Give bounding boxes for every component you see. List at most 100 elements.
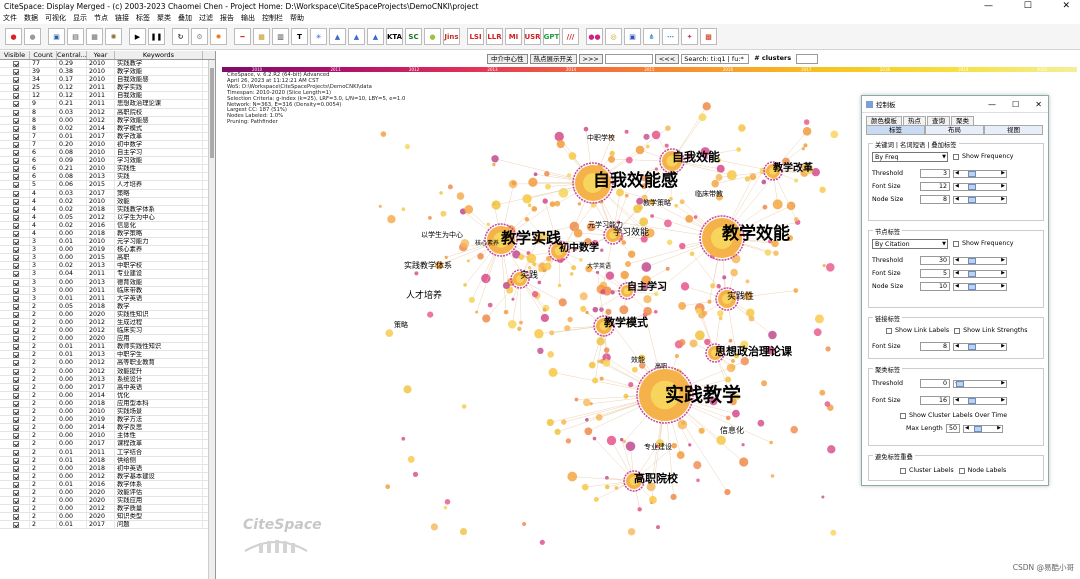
network-node[interactable]: [620, 270, 629, 280]
network-node[interactable]: [608, 155, 616, 163]
network-node[interactable]: [593, 497, 599, 502]
visible-checkbox[interactable]: [13, 117, 19, 124]
network-node[interactable]: [502, 281, 510, 289]
node-label[interactable]: 策略: [394, 321, 408, 329]
network-node[interactable]: [511, 181, 516, 186]
visible-checkbox[interactable]: [13, 328, 19, 335]
llr-button[interactable]: LLR: [486, 28, 503, 45]
font-size-input[interactable]: 8: [920, 342, 950, 351]
network-node[interactable]: [486, 222, 490, 226]
table-row[interactable]: 39 0.38 2010 教学效能: [0, 68, 215, 77]
prev-button[interactable]: <<<: [654, 54, 680, 64]
visible-checkbox[interactable]: [13, 449, 19, 456]
network-node[interactable]: [492, 162, 496, 167]
table-row[interactable]: 2 0.00 2017 课程改革: [0, 440, 215, 449]
network-node[interactable]: [624, 193, 629, 198]
network-node[interactable]: [764, 249, 772, 256]
network-node[interactable]: [670, 493, 677, 501]
table-row[interactable]: 2 0.01 2011 工学结合: [0, 448, 215, 457]
network-node[interactable]: [482, 314, 491, 323]
network-node[interactable]: [619, 305, 629, 315]
scrollbar-thumb[interactable]: [210, 68, 214, 158]
network-node[interactable]: [548, 367, 558, 377]
network-node[interactable]: [427, 311, 434, 318]
network-node[interactable]: [793, 217, 799, 222]
network-node[interactable]: [637, 507, 642, 512]
table-row[interactable]: 2 0.05 2018 教学: [0, 302, 215, 311]
network-node[interactable]: [414, 271, 419, 276]
table-row[interactable]: 2 0.00 2019 教学方法: [0, 416, 215, 425]
network-node[interactable]: [715, 173, 723, 181]
network-node[interactable]: [643, 306, 652, 316]
net2-button[interactable]: ▲: [329, 28, 346, 45]
network-node[interactable]: [544, 171, 550, 177]
network-node[interactable]: [725, 415, 731, 421]
node-size-slider[interactable]: ◀ ▶: [953, 195, 1007, 204]
table-row[interactable]: 2 0.00 2010 主体性: [0, 432, 215, 441]
visible-checkbox[interactable]: [13, 222, 19, 229]
network-node[interactable]: [693, 461, 702, 470]
visible-checkbox[interactable]: [13, 433, 19, 440]
visible-checkbox[interactable]: [13, 247, 19, 254]
node-label[interactable]: 实践: [520, 271, 538, 281]
node-size-input[interactable]: 10: [920, 282, 950, 291]
table-row[interactable]: 8 0.00 2012 教学效能感: [0, 116, 215, 125]
menu-item[interactable]: 过滤: [199, 13, 213, 23]
network-node[interactable]: [736, 147, 741, 152]
visible-checkbox[interactable]: [13, 61, 19, 67]
network-node[interactable]: [664, 143, 669, 148]
network-node[interactable]: [830, 130, 839, 139]
network-node[interactable]: [565, 438, 572, 444]
network-node[interactable]: [461, 404, 467, 409]
visible-checkbox[interactable]: [13, 498, 19, 505]
network-node[interactable]: [579, 258, 583, 262]
visible-checkbox[interactable]: [13, 473, 19, 480]
clusters-input[interactable]: [796, 54, 819, 64]
network-node[interactable]: [819, 186, 826, 193]
network-node[interactable]: [401, 436, 406, 441]
sq-button[interactable]: ▣: [624, 28, 641, 45]
network-node[interactable]: [646, 144, 650, 149]
dialog-title-bar[interactable]: 控制板 — ☐ ✕: [862, 96, 1048, 113]
network-node[interactable]: [681, 421, 686, 425]
visible-checkbox[interactable]: [13, 489, 19, 496]
font-size-slider[interactable]: ◀ ▶: [953, 396, 1007, 405]
network-node[interactable]: [444, 255, 448, 259]
network-node[interactable]: [666, 239, 673, 246]
visible-checkbox[interactable]: [13, 376, 19, 383]
network-node[interactable]: [623, 393, 629, 399]
network-node[interactable]: [466, 259, 470, 263]
show-link-labels-checkbox[interactable]: [886, 327, 892, 334]
visible-checkbox[interactable]: [13, 522, 19, 529]
table-row[interactable]: 3 0.00 2019 核心素养: [0, 246, 215, 255]
table-row[interactable]: 2 0.00 2012 生成过程: [0, 319, 215, 328]
network-node[interactable]: [522, 521, 527, 527]
visible-checkbox[interactable]: [13, 311, 19, 318]
fisheye-button[interactable]: ⚙: [191, 28, 208, 45]
table-row[interactable]: 8 0.03 2012 高职院校: [0, 108, 215, 117]
network-node[interactable]: [730, 268, 738, 277]
network-node[interactable]: [739, 457, 749, 467]
network-node[interactable]: [531, 290, 539, 298]
network-node[interactable]: [676, 451, 685, 459]
record-button[interactable]: ●: [5, 28, 22, 45]
network-node[interactable]: [444, 499, 451, 505]
network-node[interactable]: [671, 442, 678, 449]
table-row[interactable]: 2 0.01 2018 供给侧: [0, 456, 215, 465]
network-node[interactable]: [772, 199, 783, 210]
network-node[interactable]: [460, 239, 470, 248]
network-node[interactable]: [592, 306, 599, 313]
network-node[interactable]: [773, 250, 779, 256]
dialog-minimize-button[interactable]: —: [988, 100, 996, 109]
max-length-input[interactable]: 50: [946, 424, 960, 433]
network-node[interactable]: [583, 398, 591, 407]
network-node[interactable]: [762, 204, 768, 210]
network-node[interactable]: [561, 419, 567, 425]
network-node[interactable]: [689, 251, 695, 257]
visible-checkbox[interactable]: [13, 239, 19, 246]
table-row[interactable]: 2 0.00 2020 实践应用: [0, 497, 215, 506]
node-label[interactable]: 大学英语: [587, 264, 611, 270]
network-node[interactable]: [769, 440, 773, 445]
table-row[interactable]: 3 0.00 2015 高职: [0, 254, 215, 263]
visible-checkbox[interactable]: [13, 352, 19, 359]
